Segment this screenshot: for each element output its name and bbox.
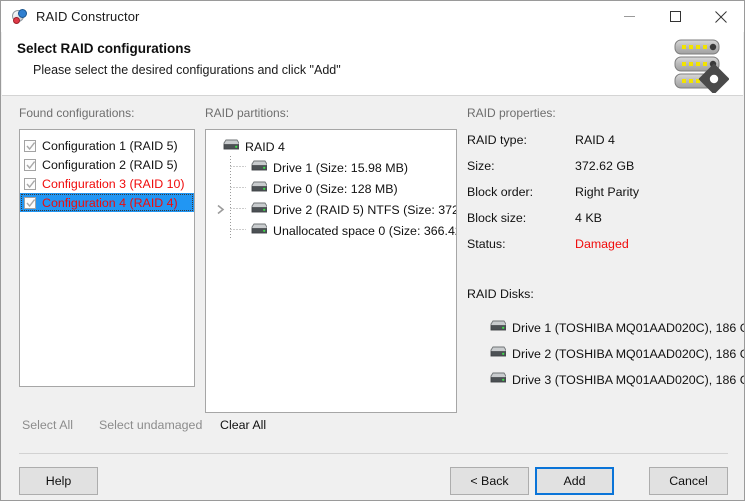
tree-item[interactable]: Drive 1 (Size: 15.98 MB): [206, 157, 456, 178]
clear-all-link[interactable]: Clear All: [220, 418, 266, 432]
help-button[interactable]: Help: [19, 467, 98, 495]
raid-disk-row: Drive 2 (TOSHIBA MQ01AAD020C), 186 GB: [489, 346, 745, 361]
list-item[interactable]: Configuration 3 (RAID 10): [20, 174, 194, 193]
footer-divider: [19, 453, 728, 454]
raid-partitions-label: RAID partitions:: [205, 106, 290, 120]
title-bar: RAID Constructor: [1, 1, 744, 32]
prop-name-status: Status:: [467, 237, 506, 251]
back-button[interactable]: < Back: [450, 467, 529, 495]
app-icon: [11, 8, 27, 25]
tree-item-label: Drive 2 (RAID 5) NTFS (Size: 372.25 GB): [273, 202, 457, 217]
drive-icon: [250, 223, 268, 238]
page-subtitle: Please select the desired configurations…: [33, 63, 341, 77]
raid-array-icon: [222, 139, 240, 154]
select-all-link[interactable]: Select All: [22, 418, 73, 432]
raid-disk-row: Drive 3 (TOSHIBA MQ01AAD020C), 186 GB: [489, 372, 745, 387]
tree-root-node[interactable]: RAID 4: [206, 136, 456, 157]
maximize-icon[interactable]: [652, 1, 698, 32]
tree-item-label: Drive 0 (Size: 128 MB): [273, 181, 398, 196]
list-item-selected[interactable]: Configuration 4 (RAID 4): [20, 193, 194, 212]
list-item-label: Configuration 3 (RAID 10): [42, 176, 185, 191]
list-item-label: Configuration 4 (RAID 4): [42, 195, 178, 210]
prop-name-block-order: Block order:: [467, 185, 534, 199]
raid-disk-label: Drive 3 (TOSHIBA MQ01AAD020C), 186 GB: [512, 372, 745, 387]
prop-name-size: Size:: [467, 159, 495, 173]
list-item-label: Configuration 2 (RAID 5): [42, 157, 178, 172]
select-undamaged-link[interactable]: Select undamaged: [99, 418, 202, 432]
found-configurations-label: Found configurations:: [19, 106, 135, 120]
list-item[interactable]: Configuration 1 (RAID 5): [20, 136, 194, 155]
prop-value-size: 372.62 GB: [575, 159, 635, 173]
drive-icon: [250, 202, 268, 217]
header-band: Select RAID configurations Please select…: [2, 32, 743, 96]
checkbox-icon[interactable]: [24, 158, 36, 171]
add-button[interactable]: Add: [535, 467, 614, 495]
cancel-button[interactable]: Cancel: [649, 467, 728, 495]
list-actions-row: Select All Select undamaged Clear All: [2, 418, 743, 440]
drive-icon: [489, 372, 507, 387]
page-title: Select RAID configurations: [17, 41, 192, 56]
drive-icon: [489, 346, 507, 361]
status-badge: Damaged: [575, 237, 629, 251]
raid-disk-row: Drive 1 (TOSHIBA MQ01AAD020C), 186 GB: [489, 320, 745, 335]
prop-value-block-order: Right Parity: [575, 185, 640, 199]
prop-name-block-size: Block size:: [467, 211, 527, 225]
drive-icon: [250, 181, 268, 196]
checkbox-icon[interactable]: [24, 196, 36, 209]
prop-name-raid-type: RAID type:: [467, 133, 527, 147]
found-configurations-list[interactable]: Configuration 1 (RAID 5) Configuration 2…: [19, 129, 195, 387]
window-title: RAID Constructor: [36, 9, 140, 24]
drive-icon: [489, 320, 507, 335]
checkbox-icon[interactable]: [24, 139, 36, 152]
prop-value-block-size: 4 KB: [575, 211, 602, 225]
tree-root-label: RAID 4: [245, 139, 285, 154]
raid-constructor-window: RAID Constructor Select RAID configurati…: [0, 0, 745, 501]
raid-server-gear-icon: [671, 37, 730, 95]
raid-properties-label: RAID properties:: [467, 106, 556, 120]
raid-disks-label: RAID Disks:: [467, 287, 534, 301]
list-item[interactable]: Configuration 2 (RAID 5): [20, 155, 194, 174]
chevron-right-icon[interactable]: [216, 204, 226, 218]
raid-partitions-tree[interactable]: RAID 4 Drive 1 (Size: 15.98 MB) Drive 0 …: [205, 129, 457, 413]
prop-value-raid-type: RAID 4: [575, 133, 615, 147]
raid-disk-label: Drive 1 (TOSHIBA MQ01AAD020C), 186 GB: [512, 320, 745, 335]
list-item-label: Configuration 1 (RAID 5): [42, 138, 178, 153]
body-area: Found configurations: RAID partitions: R…: [2, 96, 745, 500]
checkbox-icon[interactable]: [24, 177, 36, 190]
raid-disk-label: Drive 2 (TOSHIBA MQ01AAD020C), 186 GB: [512, 346, 745, 361]
tree-item-label: Drive 1 (Size: 15.98 MB): [273, 160, 408, 175]
tree-item[interactable]: Unallocated space 0 (Size: 366.42 MB): [206, 220, 456, 241]
close-icon[interactable]: [698, 1, 744, 32]
tree-item-label: Unallocated space 0 (Size: 366.42 MB): [273, 223, 456, 238]
minimize-icon[interactable]: [606, 1, 652, 32]
tree-item[interactable]: Drive 0 (Size: 128 MB): [206, 178, 456, 199]
tree-item[interactable]: Drive 2 (RAID 5) NTFS (Size: 372.25 GB): [206, 199, 456, 220]
drive-icon: [250, 160, 268, 175]
window-controls: [606, 1, 744, 32]
